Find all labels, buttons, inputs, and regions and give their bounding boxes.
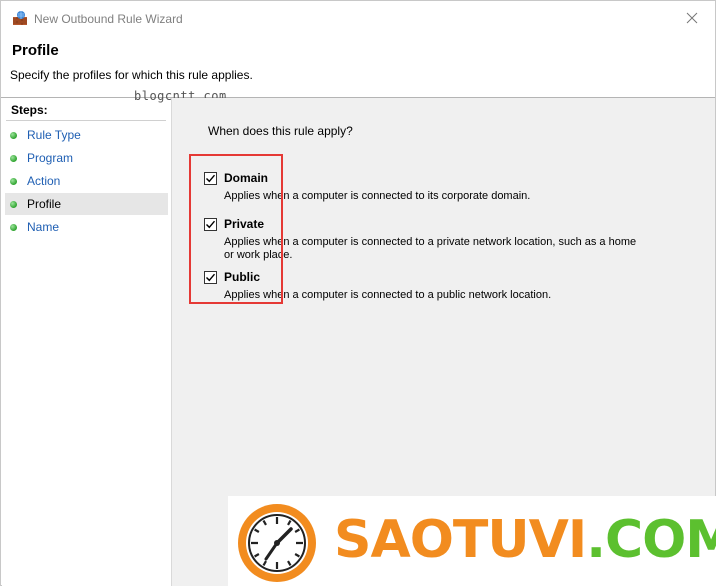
sidebar-item-rule-type[interactable]: Rule Type: [5, 124, 168, 146]
sidebar-item-label: Profile: [27, 197, 62, 211]
firewall-icon: [12, 10, 28, 26]
domain-label[interactable]: Domain: [224, 171, 268, 185]
steps-label: Steps:: [11, 103, 48, 117]
public-description: Applies when a computer is connected to …: [224, 289, 552, 301]
wizard-header: Profile Specify the profiles for which t…: [1, 37, 715, 97]
steps-sidebar: Steps: Rule Type Program Action Profile …: [2, 98, 171, 586]
sidebar-item-label: Name: [27, 220, 60, 234]
checkmark-icon: [206, 220, 216, 229]
brand-wordmark: SAOTUVI.COM: [334, 510, 716, 570]
steps-separator: [6, 120, 166, 121]
page-title: Profile: [12, 42, 59, 59]
sidebar-item-label: Rule Type: [27, 128, 81, 142]
step-status-icon: [10, 154, 17, 162]
sidebar-item-label: Action: [27, 174, 61, 188]
page-subtitle: Specify the profiles for which this rule…: [10, 68, 253, 82]
private-label[interactable]: Private: [224, 217, 264, 231]
close-icon: [686, 12, 698, 24]
step-status-icon: [10, 223, 17, 231]
brand-banner: SAOTUVI.COM: [228, 496, 716, 586]
domain-checkbox[interactable]: [204, 172, 217, 185]
step-status-icon: [10, 177, 17, 185]
checkmark-icon: [206, 174, 216, 183]
sidebar-item-action[interactable]: Action: [5, 170, 168, 192]
title-bar: New Outbound Rule Wizard: [1, 1, 715, 37]
domain-description: Applies when a computer is connected to …: [224, 190, 531, 202]
public-checkbox[interactable]: [204, 271, 217, 284]
sidebar-item-profile[interactable]: Profile: [5, 193, 168, 215]
public-label[interactable]: Public: [224, 270, 260, 284]
private-description: Applies when a computer is connected to …: [224, 236, 637, 261]
step-status-icon: [10, 131, 17, 139]
brand-name: SAOTUVI: [334, 510, 587, 570]
sidebar-item-program[interactable]: Program: [5, 147, 168, 169]
sidebar-item-name[interactable]: Name: [5, 216, 168, 238]
sidebar-item-label: Program: [27, 151, 74, 165]
private-checkbox[interactable]: [204, 218, 217, 231]
clock-logo-icon: [238, 504, 316, 582]
question-label: When does this rule apply?: [208, 124, 353, 138]
step-status-icon: [10, 200, 17, 208]
checkmark-icon: [206, 273, 216, 282]
close-button[interactable]: [669, 1, 715, 35]
window-title: New Outbound Rule Wizard: [34, 12, 183, 26]
wizard-window: New Outbound Rule Wizard Profile Specify…: [0, 0, 716, 586]
brand-domain: .COM: [586, 510, 716, 570]
